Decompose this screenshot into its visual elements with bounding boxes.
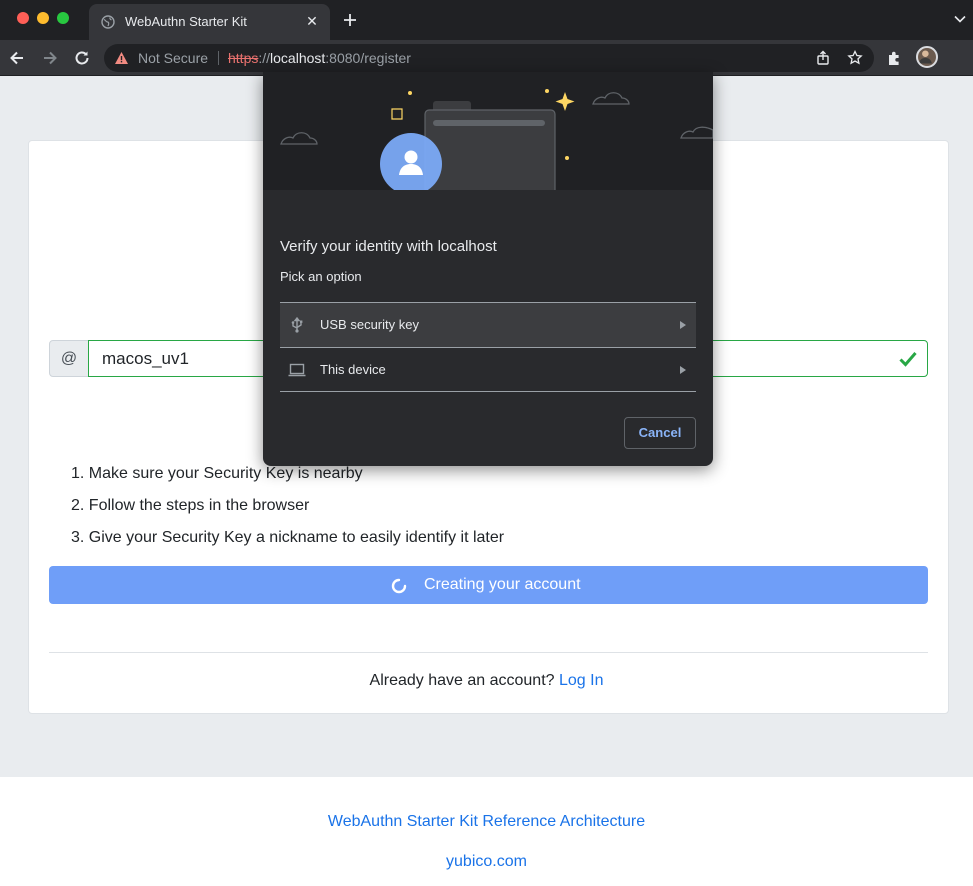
forward-arrow-icon[interactable] [40, 48, 60, 68]
instruction-steps: 1. Make sure your Security Key is nearby… [71, 464, 504, 560]
dialog-title: Verify your identity with localhost [280, 238, 497, 255]
chevron-right-icon [680, 366, 686, 374]
not-secure-label[interactable]: Not Secure [138, 50, 208, 66]
omnibox-separator [218, 51, 219, 65]
url-scheme: https [228, 50, 259, 66]
option-label: USB security key [320, 317, 419, 332]
create-account-button[interactable]: Creating your account [49, 566, 928, 604]
warning-icon[interactable] [114, 51, 129, 65]
reload-icon[interactable] [72, 48, 92, 68]
chevron-down-icon[interactable] [953, 12, 967, 26]
yubico-link[interactable]: yubico.com [0, 853, 973, 871]
chevron-right-icon [680, 321, 686, 329]
instruction-step: 1. Make sure your Security Key is nearby [71, 465, 363, 482]
security-illustration [280, 89, 713, 205]
address-bar[interactable]: Not Secure https://localhost:8080/regist… [104, 44, 874, 72]
url-separator: :// [258, 50, 271, 66]
minimize-window-button[interactable] [37, 12, 49, 24]
option-label: This device [320, 362, 386, 377]
url-path: :8080/register [325, 50, 411, 66]
option-usb-security-key[interactable]: USB security key [280, 302, 696, 347]
create-account-label: Creating your account [424, 576, 581, 593]
browser-tab-strip: WebAuthn Starter Kit ✕ [0, 0, 973, 40]
share-icon[interactable] [815, 50, 831, 66]
url-host: localhost [270, 50, 326, 66]
zoom-window-button[interactable] [57, 12, 69, 24]
valid-checkmark-icon [899, 352, 917, 367]
loading-spinner-icon [391, 578, 407, 594]
username-value: macos_uv1 [102, 349, 189, 368]
new-tab-icon[interactable] [340, 10, 360, 30]
globe-icon [101, 15, 115, 29]
extensions-puzzle-icon[interactable] [886, 49, 904, 67]
laptop-icon [288, 363, 306, 377]
cancel-button[interactable]: Cancel [624, 417, 696, 449]
back-arrow-icon[interactable] [7, 48, 27, 68]
url-text[interactable]: https://localhost:8080/register [228, 50, 411, 66]
dialog-illustration [263, 72, 713, 205]
login-prompt-text: Already have an account? [369, 672, 555, 689]
at-symbol-addon: @ [49, 340, 89, 377]
instruction-step: 3. Give your Security Key a nickname to … [71, 529, 505, 546]
dialog-subtitle: Pick an option [280, 269, 362, 284]
login-prompt: Already have an account? Log In [0, 672, 973, 690]
tab-close-icon[interactable]: ✕ [304, 13, 320, 29]
bookmark-star-icon[interactable] [847, 50, 863, 66]
login-link[interactable]: Log In [559, 672, 603, 689]
authenticator-option-list: USB security key This device [280, 302, 696, 392]
profile-avatar[interactable] [916, 46, 938, 68]
close-window-button[interactable] [17, 12, 29, 24]
browser-tab-active[interactable]: WebAuthn Starter Kit ✕ [89, 4, 330, 40]
instruction-step: 2. Follow the steps in the browser [71, 497, 310, 514]
card-divider [49, 652, 928, 653]
tab-title: WebAuthn Starter Kit [125, 14, 247, 29]
option-this-device[interactable]: This device [280, 347, 696, 392]
usb-icon [291, 317, 303, 333]
browser-toolbar: Not Secure https://localhost:8080/regist… [0, 40, 973, 106]
reference-architecture-link[interactable]: WebAuthn Starter Kit Reference Architect… [0, 813, 973, 831]
webauthn-dialog: Verify your identity with localhost Pick… [263, 72, 713, 466]
